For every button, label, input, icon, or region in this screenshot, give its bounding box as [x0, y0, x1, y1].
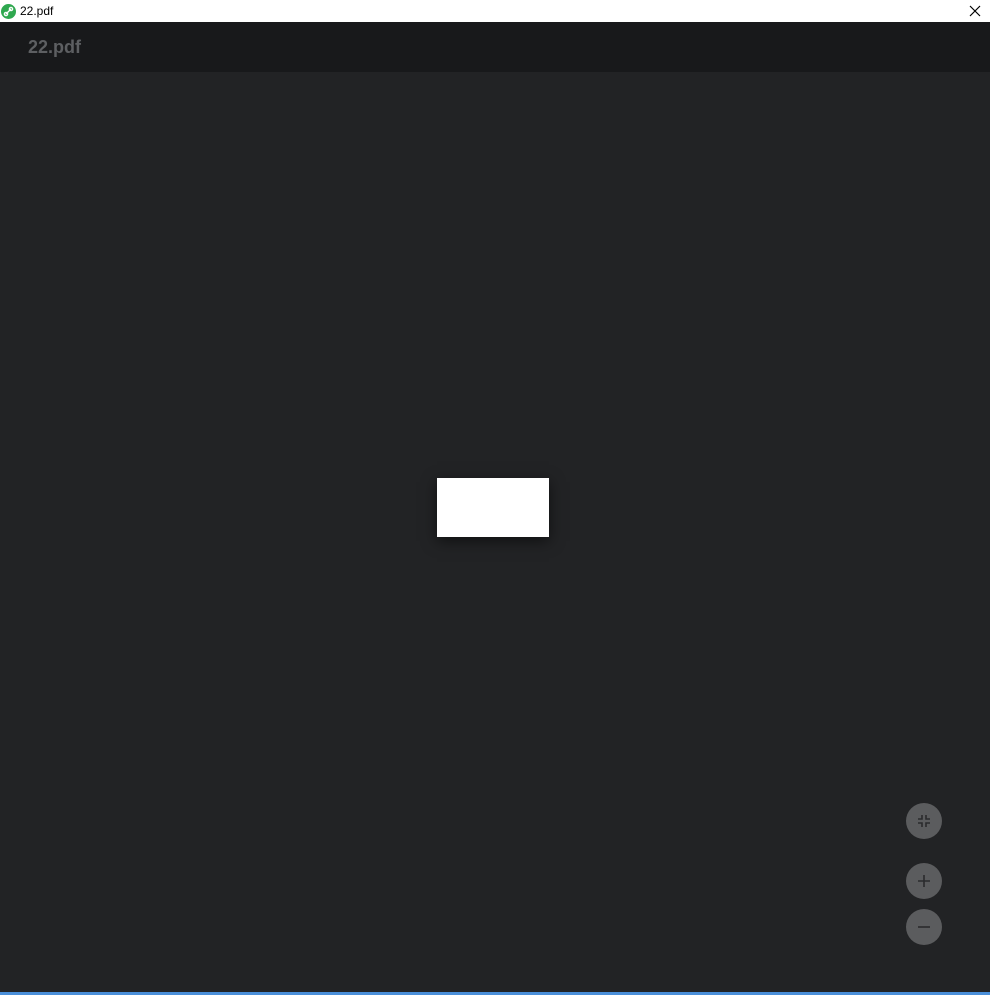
minus-icon [918, 926, 930, 928]
fit-to-page-button[interactable] [906, 803, 942, 839]
document-title: 22.pdf [28, 36, 82, 57]
pdf-link-icon [1, 3, 16, 19]
fit-to-page-icon [918, 815, 930, 827]
pdf-viewer-window: 22.pdf 22.pdf [0, 0, 990, 995]
close-button[interactable] [966, 2, 984, 20]
zoom-in-button[interactable] [906, 863, 942, 899]
pdf-page[interactable] [437, 478, 549, 537]
zoom-out-button[interactable] [906, 909, 942, 945]
plus-icon [918, 875, 930, 887]
window-titlebar: 22.pdf [0, 0, 990, 22]
viewer-header: 22.pdf [0, 22, 990, 72]
window-title: 22.pdf [20, 4, 54, 18]
document-viewport[interactable] [0, 72, 990, 992]
close-icon [969, 5, 981, 17]
